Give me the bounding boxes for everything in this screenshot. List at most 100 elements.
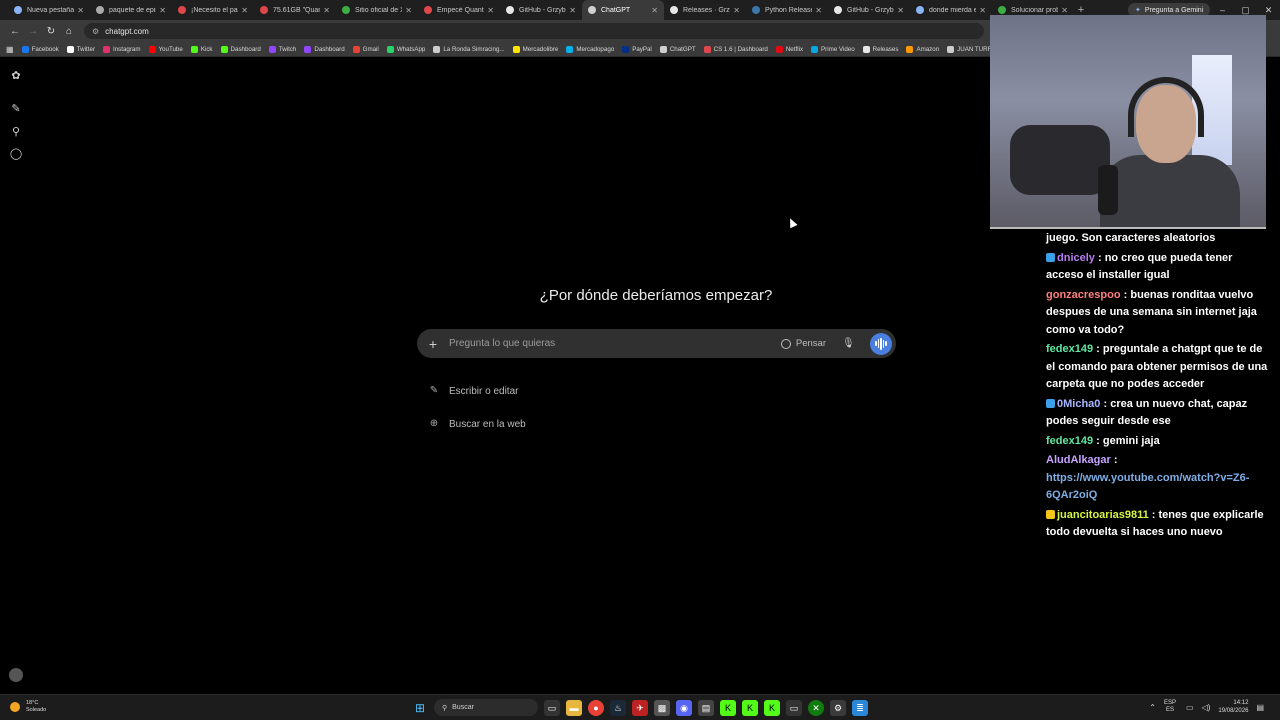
prompt-composer[interactable]: + Pregunta lo que quieras Pensar 🎙	[417, 329, 896, 358]
add-attachment-icon[interactable]: +	[417, 336, 449, 352]
notepad-icon[interactable]: ≣	[852, 699, 868, 716]
xbox-icon[interactable]: ✕	[808, 699, 824, 716]
browser-tab[interactable]: GitHub - GrzybD ✕	[500, 0, 582, 20]
tab-close-icon[interactable]: ✕	[733, 6, 740, 15]
browser-tab[interactable]: Releases · Grzyb✕	[664, 0, 746, 20]
network-icon[interactable]: ▭	[1186, 703, 1194, 712]
bookmark-item[interactable]: Dashboard	[304, 45, 345, 53]
bookmark-label: Mercadolibre	[522, 45, 559, 53]
home-icon[interactable]: ⌂	[60, 26, 78, 37]
kick-icon[interactable]: K	[764, 699, 780, 716]
bookmark-item[interactable]: Mercadopago	[566, 45, 614, 53]
bookmark-item[interactable]: PayPal	[622, 45, 652, 53]
tab-close-icon[interactable]: ✕	[569, 6, 576, 15]
chat-link[interactable]: https://www.youtube.com/watch?v=Z6-6QAr2…	[1046, 472, 1249, 502]
tab-close-icon[interactable]: ✕	[405, 6, 412, 15]
browser-tab[interactable]: ¡Necesito el paq ✕	[172, 0, 254, 20]
tab-favicon-icon	[752, 6, 760, 14]
kick-icon[interactable]: K	[742, 699, 758, 716]
suggestion-write-edit[interactable]: ✎ Escribir o editar	[428, 385, 519, 397]
browser-tab[interactable]: Nueva pestaña ✕	[8, 0, 90, 20]
app-icon[interactable]: ✈	[632, 699, 648, 716]
app-icon[interactable]: ▩	[654, 699, 670, 716]
tab-favicon-icon	[998, 6, 1006, 14]
tab-close-icon[interactable]: ✕	[979, 6, 986, 15]
bookmark-item[interactable]: Instagram	[102, 45, 141, 53]
openai-logo-icon[interactable]: ✿	[9, 69, 23, 83]
bookmark-item[interactable]: Kick	[190, 45, 213, 53]
browser-tab[interactable]: Empecé Quantum✕	[418, 0, 500, 20]
bookmark-label: Releases	[872, 45, 899, 53]
microphone-icon[interactable]: 🎙	[842, 338, 855, 349]
clock[interactable]: 14:12 19/08/2026	[1218, 699, 1248, 715]
new-chat-icon[interactable]: ✎	[9, 102, 23, 116]
search-icon[interactable]: ⚲	[9, 125, 23, 139]
site-info-icon[interactable]: ⚙	[92, 27, 99, 36]
bookmark-item[interactable]: WhatsApp	[386, 45, 425, 53]
language-indicator[interactable]: ESP ES	[1164, 700, 1176, 714]
tab-close-icon[interactable]: ✕	[815, 6, 822, 15]
taskbar-search[interactable]: ⚲ Buscar	[434, 699, 538, 716]
reload-icon[interactable]: ↻	[42, 26, 60, 37]
tab-close-icon[interactable]: ✕	[651, 6, 658, 15]
settings-icon[interactable]: ⚙	[830, 699, 846, 716]
bookmark-item[interactable]: JUAN TURR	[947, 45, 992, 53]
suggestion-search-web[interactable]: ⊕ Buscar en la web	[428, 418, 526, 430]
bookmark-favicon-icon	[775, 45, 783, 53]
bookmark-item[interactable]: Dashboard	[220, 45, 261, 53]
tab-close-icon[interactable]: ✕	[1061, 6, 1068, 15]
bookmark-item[interactable]: YouTube	[148, 45, 183, 53]
steam-icon[interactable]: ♨	[610, 699, 626, 716]
bookmark-item[interactable]: CS 1.6 | Dashboard	[703, 45, 768, 53]
discord-icon[interactable]: ◉	[676, 699, 692, 716]
app-icon[interactable]: ▤	[698, 699, 714, 716]
windows-start-icon[interactable]: ⊞	[412, 700, 428, 716]
browser-tab[interactable]: donde mierda es ✕	[910, 0, 992, 20]
browser-tab[interactable]: paquete de episo✕	[90, 0, 172, 20]
tab-close-icon[interactable]: ✕	[487, 6, 494, 15]
tab-close-icon[interactable]: ✕	[241, 6, 248, 15]
volume-icon[interactable]: ◁)	[1202, 703, 1211, 712]
browser-tab[interactable]: 75.61GB "Quanti✕	[254, 0, 336, 20]
bookmark-item[interactable]: ChatGPT	[659, 45, 696, 53]
tab-favicon-icon	[96, 6, 104, 14]
task-view-icon[interactable]: ▭	[544, 699, 560, 716]
think-button[interactable]: Pensar	[780, 338, 826, 349]
bookmark-item[interactable]: Releases	[862, 45, 899, 53]
bookmark-item[interactable]: Gmail	[352, 45, 379, 53]
bookmark-item[interactable]: Mercadolibre	[512, 45, 559, 53]
tab-close-icon[interactable]: ✕	[77, 6, 84, 15]
kick-icon[interactable]: K	[720, 699, 736, 716]
bookmark-item[interactable]: Prime Video	[811, 45, 855, 53]
browser-tab[interactable]: Sitio oficial de Xb✕	[336, 0, 418, 20]
file-explorer-icon[interactable]: ▬	[566, 699, 582, 716]
tab-close-icon[interactable]: ✕	[323, 6, 330, 15]
weather-widget[interactable]: 18°C Soleado	[10, 700, 46, 714]
terminal-icon[interactable]: ▭	[786, 699, 802, 716]
avatar[interactable]	[9, 668, 23, 682]
prompt-input[interactable]: Pregunta lo que quieras	[449, 338, 781, 349]
browser-tab[interactable]: GitHub - GrzybD ✕	[828, 0, 910, 20]
bookmark-item[interactable]: Netflix	[775, 45, 803, 53]
tab-close-icon[interactable]: ✕	[159, 6, 166, 15]
notification-icon[interactable]: ▤	[1256, 703, 1264, 712]
browser-tab[interactable]: ChatGPT ✕	[582, 0, 664, 20]
chats-icon[interactable]: ◯	[9, 147, 23, 161]
tab-close-icon[interactable]: ✕	[897, 6, 904, 15]
bookmark-item[interactable]: Twitter	[66, 45, 95, 53]
bookmark-favicon-icon	[512, 45, 520, 53]
chevron-up-icon[interactable]: ⌃	[1149, 703, 1156, 712]
bookmark-item[interactable]: Amazon	[906, 45, 939, 53]
apps-grid-icon[interactable]: ▦	[6, 45, 14, 54]
address-bar[interactable]: ⚙ chatgpt.com	[84, 23, 984, 39]
back-arrow-icon[interactable]: ←	[6, 26, 24, 37]
forward-arrow-icon[interactable]: →	[24, 26, 42, 37]
bookmark-item[interactable]: Facebook	[21, 45, 59, 53]
browser-tab[interactable]: Python Release P✕	[746, 0, 828, 20]
chrome-icon[interactable]: ●	[588, 699, 604, 716]
bookmark-item[interactable]: Twitch	[268, 45, 296, 53]
voice-mode-button[interactable]	[870, 332, 892, 355]
bookmark-favicon-icon	[947, 45, 955, 53]
bookmark-item[interactable]: La Ronda Simracing...	[433, 45, 505, 53]
tab-title: Solucionar probl	[1011, 6, 1059, 14]
